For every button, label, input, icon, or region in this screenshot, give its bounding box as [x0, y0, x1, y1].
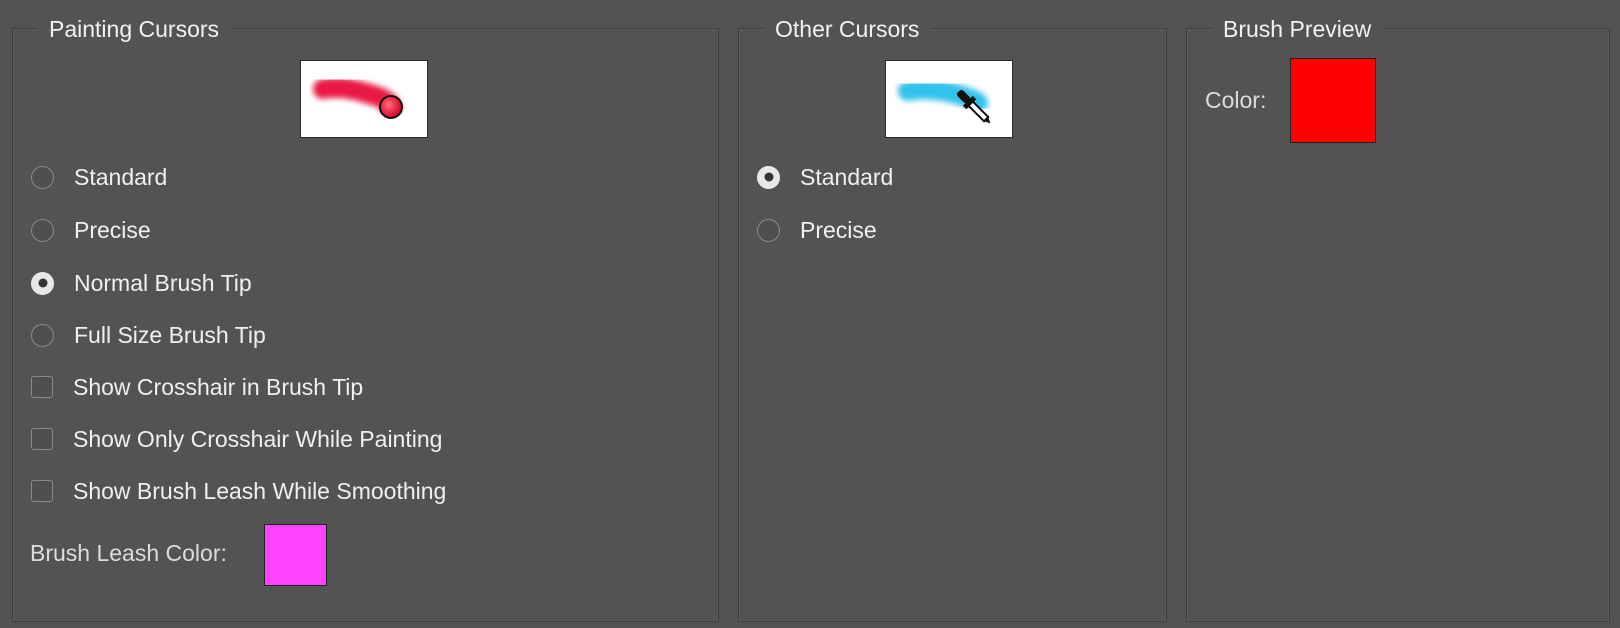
painting-full-size-brush-tip-label: Full Size Brush Tip	[74, 321, 266, 348]
brush-preview-color-label: Color:	[1205, 87, 1267, 113]
show-only-crosshair-checkbox[interactable]	[31, 428, 53, 450]
other-cursors-group: Other Cursors Standard Precise	[738, 12, 1167, 622]
painting-option-standard[interactable]: Standard	[31, 162, 167, 192]
other-precise-radio[interactable]	[757, 218, 780, 242]
other-standard-label: Standard	[800, 163, 894, 190]
painting-standard-label: Standard	[74, 163, 168, 190]
brush-leash-color-swatch[interactable]	[264, 524, 327, 586]
painting-normal-brush-tip-radio[interactable]	[31, 271, 54, 295]
painting-option-normal-brush-tip[interactable]: Normal Brush Tip	[31, 268, 252, 298]
painting-precise-radio[interactable]	[31, 218, 54, 242]
brush-preview-title: Brush Preview	[1211, 12, 1384, 46]
painting-option-precise[interactable]: Precise	[31, 215, 151, 245]
show-brush-leash-option[interactable]: Show Brush Leash While Smoothing	[31, 476, 446, 506]
brush-leash-color-label: Brush Leash Color:	[30, 540, 227, 566]
painting-precise-label: Precise	[74, 216, 151, 243]
show-crosshair-checkbox[interactable]	[31, 376, 53, 398]
show-crosshair-option[interactable]: Show Crosshair in Brush Tip	[31, 372, 363, 402]
other-option-standard[interactable]: Standard	[757, 162, 893, 192]
painting-cursor-preview	[300, 60, 428, 138]
painting-standard-radio[interactable]	[31, 165, 54, 189]
brush-preview-color-swatch[interactable]	[1290, 58, 1376, 143]
other-option-precise[interactable]: Precise	[757, 215, 877, 245]
painting-normal-brush-tip-label: Normal Brush Tip	[74, 269, 252, 296]
eyedropper-cursor-icon	[898, 79, 991, 124]
show-brush-leash-checkbox[interactable]	[31, 480, 53, 502]
painting-cursors-title: Painting Cursors	[37, 12, 232, 46]
show-brush-leash-label: Show Brush Leash While Smoothing	[73, 477, 447, 504]
show-only-crosshair-label: Show Only Crosshair While Painting	[73, 425, 443, 452]
brush-preview-group: Brush Preview Color:	[1186, 12, 1610, 622]
painting-option-full-size-brush-tip[interactable]: Full Size Brush Tip	[31, 320, 266, 350]
other-precise-label: Precise	[800, 216, 877, 243]
other-standard-radio[interactable]	[757, 165, 780, 189]
painting-cursors-group: Painting Cursors Standard Precise Normal	[12, 12, 719, 622]
other-cursors-title: Other Cursors	[763, 12, 932, 46]
other-cursor-preview	[885, 60, 1013, 138]
show-crosshair-label: Show Crosshair in Brush Tip	[73, 373, 364, 400]
brush-tip-cursor-icon	[313, 77, 403, 119]
show-only-crosshair-option[interactable]: Show Only Crosshair While Painting	[31, 424, 442, 454]
painting-full-size-brush-tip-radio[interactable]	[31, 323, 54, 347]
